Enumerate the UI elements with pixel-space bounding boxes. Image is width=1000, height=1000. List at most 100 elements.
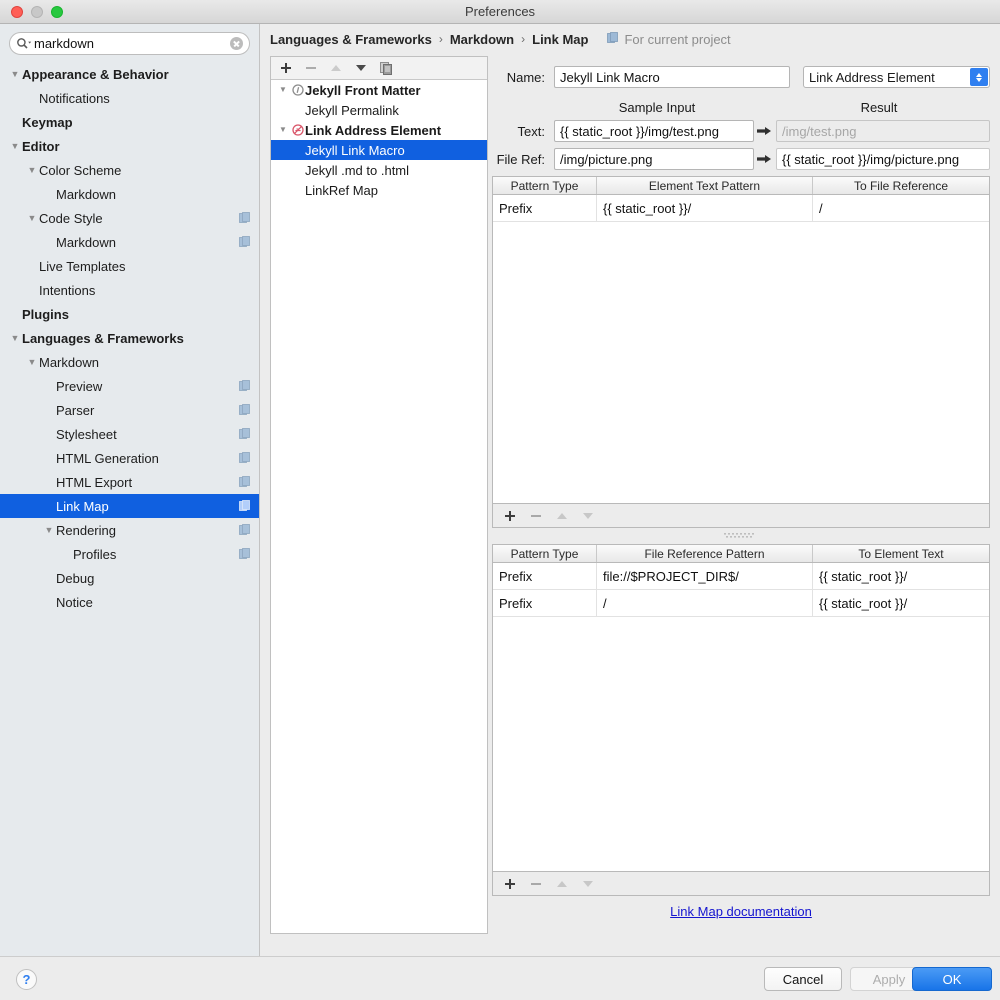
move-row-down-button[interactable] [581,877,595,891]
sidebar-item-label: Editor [22,138,60,154]
copy-profile-button[interactable] [379,61,393,75]
table-row[interactable]: Prefix{{ static_root }}// [493,195,989,222]
table2-toolbar [492,872,990,896]
name-input[interactable]: Jekyll Link Macro [554,66,790,88]
sidebar-item-label: HTML Generation [56,450,159,466]
move-down-button[interactable] [354,61,368,75]
profile-item-jekyll-md-to-html[interactable]: Jekyll .md to .html [271,160,487,180]
sidebar-item-languages-frameworks[interactable]: ▼ Languages & Frameworks [0,326,259,350]
breadcrumb-item-1[interactable]: Markdown [450,32,514,47]
chevron-down-icon[interactable]: ▼ [8,69,22,79]
table-cell[interactable]: / [813,195,989,221]
project-scope-icon [239,548,251,560]
sidebar-item-appearance-behavior[interactable]: ▼ Appearance & Behavior [0,62,259,86]
chevron-down-icon[interactable]: ▼ [8,333,22,343]
arrow-right-icon [754,126,776,136]
sidebar-item-label: Color Scheme [39,162,122,178]
sidebar-item-html-generation[interactable]: HTML Generation [0,446,259,470]
table-cell[interactable]: {{ static_root }}/ [597,195,813,221]
sidebar-item-label: Markdown [56,234,116,250]
sidebar-item-markdown[interactable]: Markdown [0,182,259,206]
move-up-button[interactable] [329,61,343,75]
column-header[interactable]: To File Reference [813,177,989,194]
column-header[interactable]: File Reference Pattern [597,545,813,562]
maximize-window-button[interactable] [51,6,63,18]
table-row[interactable]: Prefix file://$PROJECT_DIR$/{{ static_roo… [493,563,989,590]
sidebar-item-stylesheet[interactable]: Stylesheet [0,422,259,446]
sidebar-item-link-map[interactable]: Link Map [0,494,259,518]
sidebar-item-markdown[interactable]: ▼ Markdown [0,350,259,374]
chevron-down-icon[interactable]: ▼ [8,141,22,151]
sidebar-item-rendering[interactable]: ▼ Rendering [0,518,259,542]
sidebar-item-plugins[interactable]: Plugins [0,302,259,326]
table-cell[interactable]: Prefix [493,590,597,616]
add-row-button[interactable] [503,509,517,523]
table-splitter[interactable] [492,528,990,542]
chevron-down-icon[interactable]: ▼ [25,165,39,175]
add-row-button[interactable] [503,877,517,891]
table-cell[interactable]: {{ static_root }}/ [813,590,989,616]
remove-row-button[interactable] [529,877,543,891]
minimize-window-button[interactable] [31,6,43,18]
front-matter-icon [291,84,305,96]
sidebar-item-notice[interactable]: Notice [0,590,259,614]
sidebar-item-markdown[interactable]: Markdown [0,230,259,254]
project-scope-icon [607,31,619,47]
profile-item-jekyll-front-matter[interactable]: ▼ Jekyll Front Matter [271,80,487,100]
table-cell[interactable]: file://$PROJECT_DIR$/ [597,563,813,589]
table-cell[interactable]: {{ static_root }}/ [813,563,989,589]
help-button[interactable]: ? [16,969,37,990]
sidebar-item-editor[interactable]: ▼ Editor [0,134,259,158]
sidebar-item-keymap[interactable]: Keymap [0,110,259,134]
chevron-down-icon[interactable]: ▼ [275,86,291,94]
profile-item-jekyll-permalink[interactable]: Jekyll Permalink [271,100,487,120]
element-type-select[interactable]: Link Address Element [803,66,990,88]
arrow-right-icon [754,154,776,164]
profile-item-linkref-map[interactable]: LinkRef Map [271,180,487,200]
file-reference-pattern-table[interactable]: Pattern Type File Reference Pattern To Ele… [492,544,990,872]
sidebar-item-profiles[interactable]: Profiles [0,542,259,566]
column-header[interactable]: To Element Text [813,545,989,562]
column-header[interactable]: Pattern Type [493,545,597,562]
column-header[interactable]: Pattern Type [493,177,597,194]
move-row-up-button[interactable] [555,877,569,891]
chevron-down-icon[interactable]: ▼ [25,213,39,223]
sidebar-item-html-export[interactable]: HTML Export [0,470,259,494]
chevron-down-icon[interactable]: ▼ [275,126,291,134]
text-sample-input[interactable]: {{ static_root }}/img/test.png [554,120,754,142]
table-cell[interactable]: Prefix [493,563,597,589]
sidebar-item-live-templates[interactable]: Live Templates [0,254,259,278]
chevron-down-icon[interactable]: ▼ [25,357,39,367]
breadcrumb-item-2[interactable]: Link Map [532,32,588,47]
table-cell[interactable]: / [597,590,813,616]
sidebar-item-color-scheme[interactable]: ▼ Color Scheme [0,158,259,182]
chevron-down-icon[interactable]: ▼ [42,525,56,535]
remove-profile-button[interactable] [304,61,318,75]
move-row-down-button[interactable] [581,509,595,523]
clear-search-icon[interactable] [230,37,243,50]
profile-item-link-address-element[interactable]: ▼ Link Address Element [271,120,487,140]
profile-list[interactable]: ▼ Jekyll Front Matter Jekyll Permalink ▼ Lin… [271,79,487,933]
column-header[interactable]: Element Text Pattern [597,177,813,194]
search-box[interactable] [9,32,250,55]
close-window-button[interactable] [11,6,23,18]
link-map-documentation-link[interactable]: Link Map documentation [670,904,812,919]
sidebar-item-parser[interactable]: Parser [0,398,259,422]
cancel-button[interactable]: Cancel [764,967,842,991]
sidebar-item-intentions[interactable]: Intentions [0,278,259,302]
profile-item-jekyll-link-macro[interactable]: Jekyll Link Macro [271,140,487,160]
remove-row-button[interactable] [529,509,543,523]
table-row[interactable]: Prefix /{{ static_root }}/ [493,590,989,617]
sidebar-item-preview[interactable]: Preview [0,374,259,398]
sidebar-item-code-style[interactable]: ▼ Code Style [0,206,259,230]
sidebar-item-debug[interactable]: Debug [0,566,259,590]
fileref-sample-input[interactable]: /img/picture.png [554,148,754,170]
table-cell[interactable]: Prefix [493,195,597,221]
move-row-up-button[interactable] [555,509,569,523]
ok-button[interactable]: OK [912,967,992,991]
element-text-pattern-table[interactable]: Pattern Type Element Text Pattern To File … [492,176,990,504]
sidebar-item-notifications[interactable]: Notifications [0,86,259,110]
breadcrumb-item-0[interactable]: Languages & Frameworks [270,32,432,47]
search-input[interactable] [32,36,230,51]
add-profile-button[interactable] [279,61,293,75]
